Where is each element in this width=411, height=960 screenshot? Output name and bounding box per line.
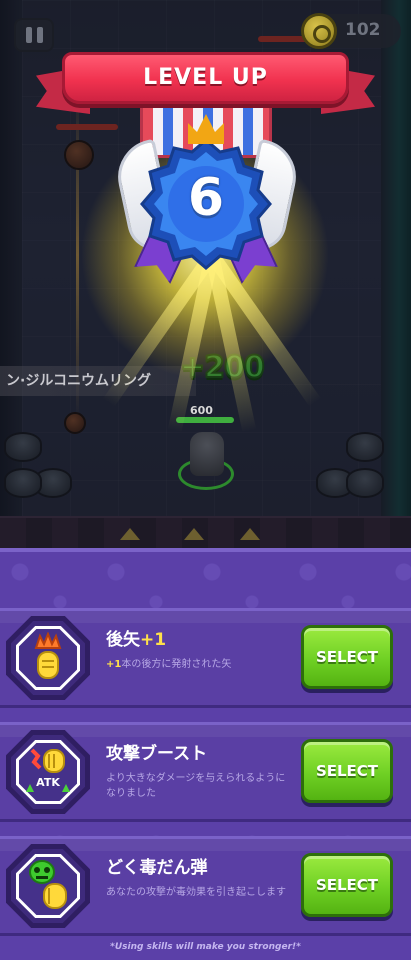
poison-bullet-icon [29, 860, 67, 909]
skill-title: 攻撃ブースト [106, 744, 208, 764]
player-character [190, 432, 224, 476]
skill-card: どく毒だん弾 あなたの攻撃が毒効果を引き起こします SELECT [0, 836, 411, 936]
player-health-bar [176, 417, 234, 423]
player-hp-value: 600 [190, 404, 213, 417]
skill-title: どく毒だん弾 [106, 858, 208, 878]
select-button[interactable]: SELECT [301, 625, 393, 689]
select-button[interactable]: SELECT [301, 853, 393, 917]
select-button[interactable]: SELECT [301, 739, 393, 803]
skill-description: より大きなダメージを与えられるようになりました [106, 773, 286, 799]
coin-icon [301, 13, 337, 49]
skill-badge [6, 616, 90, 700]
skill-select-panel: 後矢+1 +1本の後方に発射された矢 SELECT ATK 攻撃ブースト より大… [0, 548, 411, 960]
attack-boost-icon [26, 748, 70, 792]
skill-card: ATK 攻撃ブースト より大きなダメージを与えられるようになりました SELEC… [0, 722, 411, 822]
pause-icon [25, 27, 43, 43]
skill-description: あなたの攻撃が毒効果を引き起こします [106, 887, 286, 898]
coin-count: 102 [345, 20, 381, 40]
level-up-ribbon: LEVEL UP [62, 52, 349, 104]
coin-counter: 102 [301, 13, 401, 49]
skill-card: 後矢+1 +1本の後方に発射された矢 SELECT [0, 608, 411, 708]
level-number: 6 [187, 168, 225, 228]
atk-label: ATK [36, 776, 60, 789]
skill-title: 後矢+1 [106, 630, 167, 650]
skill-badge [6, 844, 90, 928]
level-up-title: LEVEL UP [143, 65, 268, 90]
skill-description: +1本の後方に発射された矢 [106, 659, 232, 670]
skill-badge: ATK [6, 730, 90, 814]
pause-button[interactable] [14, 18, 54, 52]
footer-note: *Using skills will make you stronger!* [110, 942, 301, 952]
rear-arrow-icon [34, 632, 62, 679]
